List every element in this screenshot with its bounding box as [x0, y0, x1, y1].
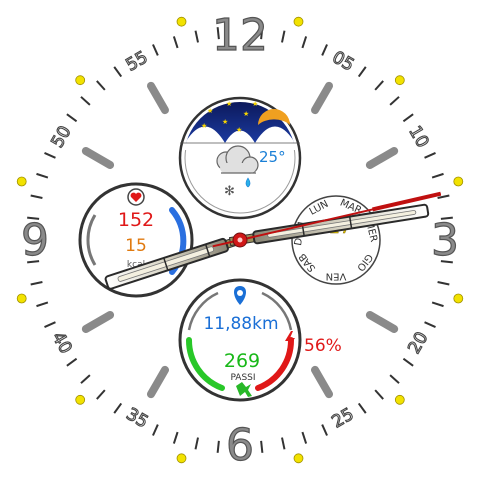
distance-value: 11,88km	[203, 314, 278, 334]
minute-tick	[281, 437, 286, 450]
minute-tick	[44, 152, 56, 159]
minute-numeral: 40	[48, 329, 76, 358]
minute-tick	[389, 96, 400, 106]
day-name: LUN	[308, 199, 331, 218]
minute-numeral: 25	[329, 404, 358, 432]
minute-numeral: 55	[123, 48, 152, 76]
minute-numeral: 50	[48, 123, 76, 152]
minute-numeral: 35	[123, 404, 152, 432]
minute-tick	[321, 44, 328, 56]
minute-numeral: 20	[404, 329, 432, 358]
minute-tick	[424, 152, 436, 159]
hour-marker	[365, 147, 399, 169]
minute-tick	[80, 374, 91, 384]
minute-tick	[30, 281, 43, 286]
minute-dot	[293, 16, 304, 27]
hour-numeral: 12	[212, 10, 268, 61]
minute-dot	[394, 75, 405, 86]
svg-text:★: ★	[207, 107, 213, 115]
svg-text:★: ★	[236, 126, 242, 134]
minute-tick	[216, 440, 220, 453]
minute-tick	[260, 440, 264, 453]
hour-marker	[311, 81, 333, 115]
minute-dot	[16, 176, 27, 187]
svg-text:★: ★	[222, 118, 228, 126]
watch-face: 123690510202535405055 ★★★ ★★★ ★ ✻ 25° 15…	[16, 9, 464, 472]
minute-tick	[431, 172, 444, 179]
minute-tick	[36, 172, 49, 179]
hour-numeral: 9	[21, 215, 49, 266]
minute-tick	[172, 36, 179, 49]
heart-icon	[127, 188, 145, 206]
minute-tick	[374, 80, 384, 91]
minute-tick	[301, 431, 308, 444]
hour-numeral: 6	[226, 420, 254, 471]
hour-marker	[81, 311, 115, 333]
day-name: VEN	[326, 271, 347, 282]
hour-marker	[81, 147, 115, 169]
hour-marker	[365, 311, 399, 333]
minute-dot	[176, 453, 187, 464]
svg-text:★: ★	[243, 110, 249, 118]
calendar-subdial: DOMLUNMARMERGIOVENSAB 27	[291, 195, 381, 285]
minute-tick	[281, 30, 286, 43]
minute-tick	[152, 44, 159, 56]
minute-tick	[321, 424, 328, 436]
minute-dot	[453, 293, 464, 304]
weather-temperature: 25°	[259, 148, 286, 166]
minute-tick	[80, 96, 91, 106]
minute-tick	[431, 301, 444, 308]
day-name: GIO	[354, 251, 374, 273]
minute-numeral: 05	[329, 48, 358, 76]
minute-dot	[394, 394, 405, 405]
hour-numeral: 3	[431, 215, 459, 266]
minute-dot	[16, 293, 27, 304]
minute-tick	[172, 431, 179, 444]
center-pin	[232, 232, 248, 248]
minute-tick	[44, 321, 56, 328]
day-name: SAB	[297, 251, 318, 274]
minute-tick	[194, 437, 199, 450]
minute-dot	[75, 75, 86, 86]
minute-dot	[75, 394, 86, 405]
minute-dot	[453, 176, 464, 187]
minute-tick	[30, 194, 43, 199]
minute-tick	[389, 374, 400, 384]
svg-text:★: ★	[252, 100, 258, 108]
minute-tick	[113, 66, 123, 78]
minute-numeral: 10	[404, 123, 432, 152]
steps-value: 269	[224, 350, 260, 372]
minute-tick	[96, 389, 106, 400]
hour-marker	[311, 365, 333, 399]
minute-dot	[293, 453, 304, 464]
minute-tick	[424, 321, 436, 328]
minute-tick	[66, 357, 78, 367]
minute-dot	[176, 16, 187, 27]
minute-tick	[357, 402, 367, 414]
minute-tick	[437, 281, 450, 286]
minute-tick	[113, 402, 123, 414]
calories-value: 15	[125, 236, 147, 256]
minute-tick	[36, 301, 49, 308]
minute-tick	[96, 80, 106, 91]
minute-tick	[402, 357, 414, 367]
minute-tick	[66, 113, 78, 123]
hour-marker	[147, 365, 169, 399]
svg-text:★: ★	[201, 122, 207, 130]
battery-value: 56%	[304, 336, 342, 356]
minute-tick	[194, 30, 199, 43]
steps-label: PASSI	[230, 373, 255, 383]
hour-marker	[147, 81, 169, 115]
minute-tick	[152, 424, 159, 436]
snowflake-icon: ✻	[224, 184, 235, 199]
minute-tick	[357, 66, 367, 78]
minute-tick	[402, 113, 414, 123]
moonphase-subdial: ★★★ ★★★ ★ ✻ 25°	[178, 96, 302, 220]
minute-tick	[374, 389, 384, 400]
svg-text:★: ★	[226, 100, 232, 108]
heart-rate-value: 152	[118, 209, 154, 231]
minute-tick	[301, 36, 308, 49]
